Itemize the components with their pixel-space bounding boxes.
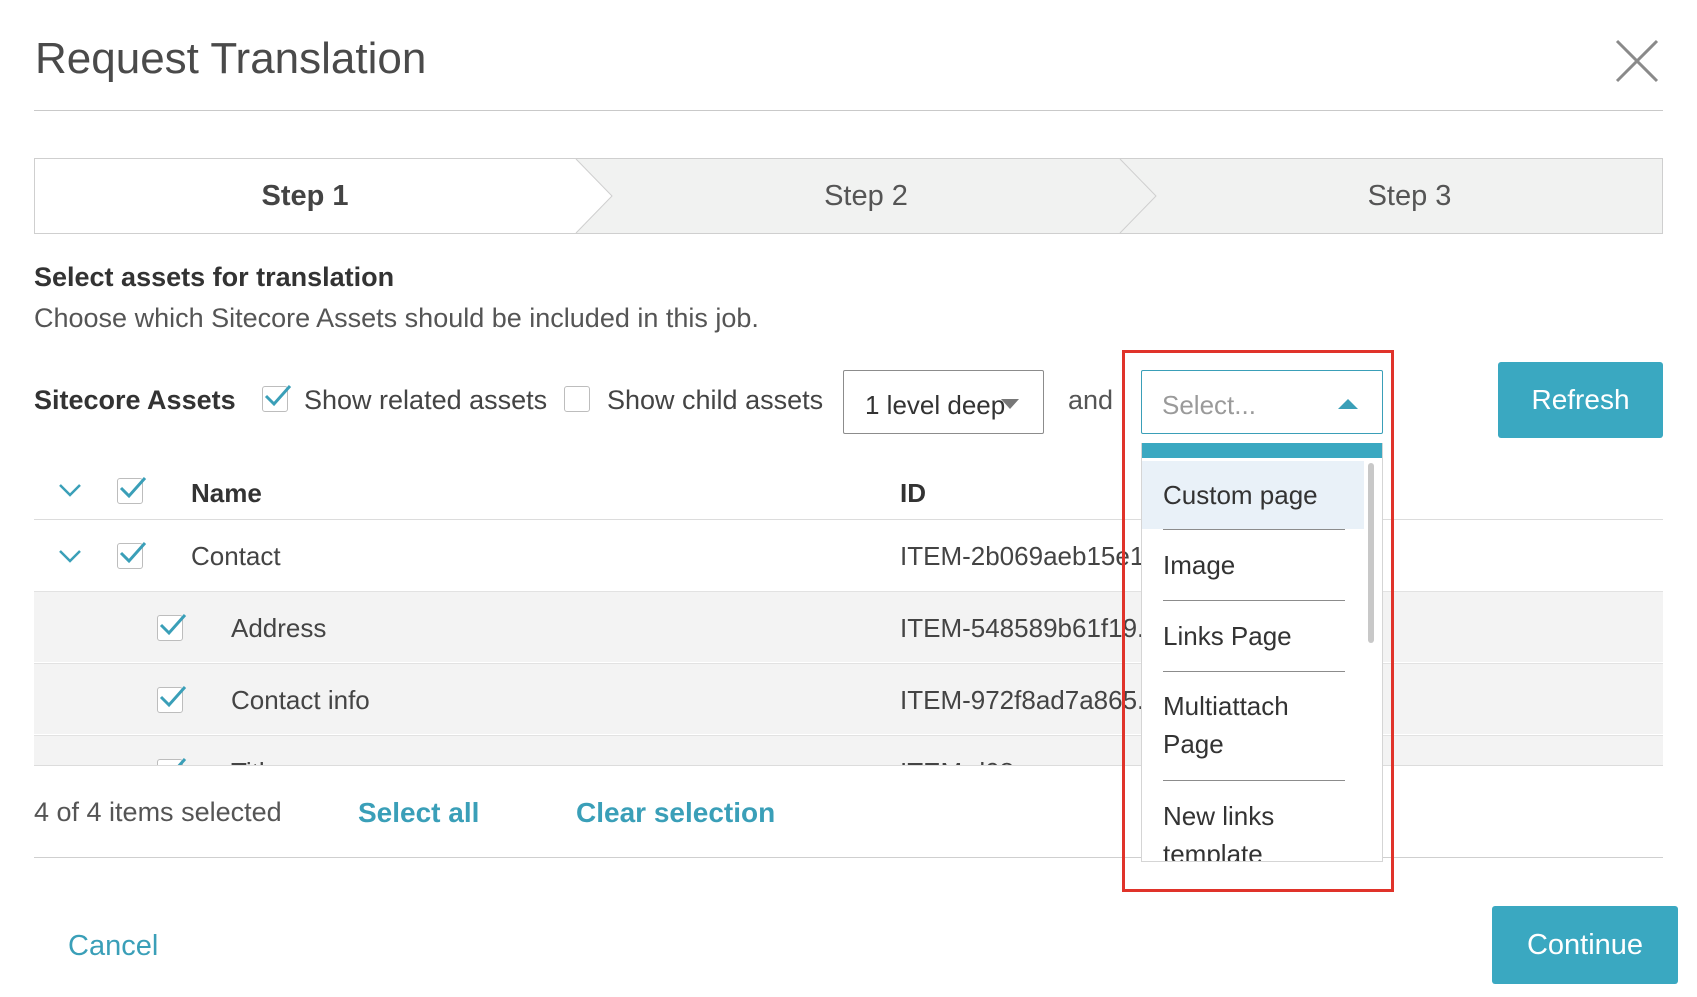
highlight-box [1122, 350, 1394, 892]
chevron-down-icon[interactable] [58, 483, 82, 497]
section-heading: Select assets for translation [34, 262, 395, 292]
select-all-link[interactable]: Select all [358, 797, 479, 829]
row-name: Title [231, 757, 279, 765]
selection-count: 4 of 4 items selected [34, 797, 282, 827]
section-subheading: Choose which Sitecore Assets should be i… [34, 303, 759, 333]
table-body: Contact ITEM-2b069aeb15e1... Address ITE… [0, 520, 1697, 765]
show-related-checkbox[interactable] [262, 385, 292, 412]
column-header-id[interactable]: ID [900, 478, 926, 509]
and-label: and [1068, 385, 1114, 415]
row-checkbox[interactable] [157, 686, 187, 713]
row-id: ITEM-d08 [900, 757, 1014, 765]
row-name: Address [231, 613, 327, 643]
depth-select-value: 1 level deep [865, 390, 1006, 420]
chevron-down-icon[interactable] [58, 549, 82, 563]
step-3-label[interactable]: Step 3 [1156, 158, 1663, 234]
clear-selection-link[interactable]: Clear selection [576, 797, 775, 829]
cancel-button[interactable]: Cancel [68, 930, 158, 963]
checkmark-icon [159, 614, 187, 636]
row-name: Contact [191, 541, 281, 571]
show-child-label[interactable]: Show child assets [607, 385, 823, 416]
row-id: ITEM-972f8ad7a865... [900, 685, 1159, 715]
table-row[interactable]: Contact info ITEM-972f8ad7a865... [34, 663, 1663, 734]
table-row[interactable]: Contact ITEM-2b069aeb15e1... [0, 520, 1697, 591]
close-icon[interactable] [1614, 38, 1660, 84]
row-checkbox[interactable] [117, 542, 147, 569]
step-2-label[interactable]: Step 2 [612, 158, 1120, 234]
refresh-button[interactable]: Refresh [1498, 362, 1663, 438]
row-checkbox[interactable] [157, 614, 187, 641]
checkmark-icon [159, 686, 187, 708]
stepper: Step 1 Step 2 Step 3 [34, 158, 1663, 234]
show-related-label[interactable]: Show related assets [304, 385, 547, 416]
footer-divider [34, 857, 1663, 858]
table-row[interactable]: Address ITEM-548589b61f19... [34, 591, 1663, 662]
table-row[interactable]: Title ITEM-d08 [34, 735, 1663, 765]
header-divider [34, 110, 1663, 111]
row-id: ITEM-548589b61f19... [900, 613, 1159, 643]
caret-down-icon [1001, 399, 1019, 409]
row-name: Contact info [231, 685, 370, 715]
column-header-name[interactable]: Name [191, 478, 262, 509]
table-bottom-divider [34, 765, 1663, 766]
checkmark-icon [119, 477, 147, 499]
checkmark-icon [177, 758, 187, 765]
checkmark-icon [119, 542, 147, 564]
checkmark-icon [264, 385, 292, 407]
continue-button[interactable]: Continue [1492, 906, 1678, 984]
dialog-title: Request Translation [35, 34, 427, 83]
depth-select[interactable]: 1 level deep [843, 370, 1044, 434]
sitecore-assets-label: Sitecore Assets [34, 385, 236, 415]
step-1-label[interactable]: Step 1 [34, 158, 576, 234]
select-all-checkbox[interactable] [117, 477, 147, 504]
show-child-checkbox[interactable] [564, 386, 590, 412]
